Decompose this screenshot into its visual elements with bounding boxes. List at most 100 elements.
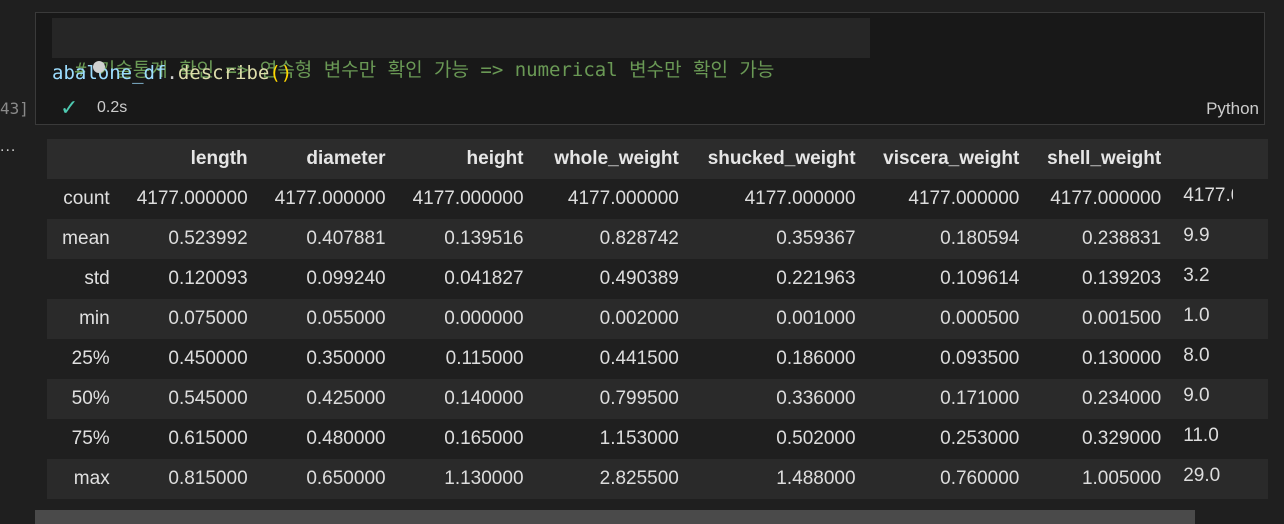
table-cell: 0.109614 xyxy=(940,268,1020,289)
table-cell: 0.760000 xyxy=(940,468,1020,489)
table-cell: 0.041827 xyxy=(444,268,524,289)
clipped-value: 29.0 xyxy=(1183,465,1221,486)
table-cell: 0.130000 xyxy=(1081,348,1162,369)
kernel-language-label[interactable]: Python xyxy=(1206,99,1259,119)
table-cell: 0.140000 xyxy=(444,388,524,409)
table-cell-clipped: 29.0 xyxy=(1161,459,1268,499)
table-cell: 4177.000000 xyxy=(412,188,524,209)
table-cell: 0.000000 xyxy=(444,308,524,329)
table-cell: 0.350000 xyxy=(306,348,386,369)
table-cell: 0.815000 xyxy=(168,468,248,489)
table-cell: 0.165000 xyxy=(444,428,524,449)
table-cell: 0.523992 xyxy=(168,228,248,249)
table-cell: 0.502000 xyxy=(776,428,856,449)
dataframe-table: length diameter height whole_weight shuc… xyxy=(47,139,1268,499)
column-header: height xyxy=(385,139,524,179)
code-line-comment[interactable]: # 기술통계 확인 => 연속형 변수만 확인 가능 => numerical … xyxy=(52,31,774,81)
table-cell-clipped: 9.9 xyxy=(1161,219,1268,259)
table-cell: 0.001500 xyxy=(1081,308,1162,329)
table-cell: 2.825500 xyxy=(599,468,679,489)
table-cell: 4177.000000 xyxy=(908,188,1020,209)
table-cell: 0.490389 xyxy=(599,268,679,289)
clipped-value: 3.2 xyxy=(1183,265,1210,286)
table-cell: 4177.000000 xyxy=(567,188,679,209)
table-cell: 0.545000 xyxy=(168,388,248,409)
table-cell: 0.002000 xyxy=(599,308,679,329)
table-row: mean 0.523992 0.407881 0.139516 0.828742 0.35… xyxy=(47,219,1268,259)
column-header: viscera_weight xyxy=(855,139,1020,179)
table-cell: 4177.000000 xyxy=(744,188,856,209)
table-row: min 0.075000 0.055000 0.000000 0.002000 0.001… xyxy=(47,299,1268,339)
table-cell: 0.480000 xyxy=(306,428,386,449)
table-cell: 1.130000 xyxy=(444,468,524,489)
table-cell: 1.005000 xyxy=(1081,468,1162,489)
clipped-value: 9.0 xyxy=(1183,385,1210,406)
table-row: std 0.120093 0.099240 0.041827 0.490389 0.221… xyxy=(47,259,1268,299)
table-cell-clipped: 4177.0 xyxy=(1161,179,1268,219)
table-cell: 0.221963 xyxy=(776,268,856,289)
dataframe-identifier: abalone_df xyxy=(52,62,167,84)
index-header xyxy=(47,139,110,179)
row-label: max xyxy=(73,468,110,489)
table-row: max 0.815000 0.650000 1.130000 2.825500 1.488… xyxy=(47,459,1268,499)
table-row: count 4177.000000 4177.000000 4177.000000 41… xyxy=(47,179,1268,219)
row-label: count xyxy=(63,188,110,209)
table-cell-clipped: 9.0 xyxy=(1161,379,1268,419)
row-label: mean xyxy=(62,228,110,249)
table-cell: 0.171000 xyxy=(940,388,1020,409)
clipped-value: 11.0 xyxy=(1183,425,1219,446)
execution-time: 0.2s xyxy=(97,99,128,116)
code-line-describe[interactable]: abalone_df.describe() xyxy=(52,60,292,86)
table-cell: 0.234000 xyxy=(1081,388,1162,409)
table-cell: 0.055000 xyxy=(306,308,386,329)
clipped-value: 4177.0 xyxy=(1183,185,1233,206)
table-cell: 1.153000 xyxy=(599,428,679,449)
table-cell: 4177.000000 xyxy=(1050,188,1162,209)
column-header: whole_weight xyxy=(523,139,679,179)
mouse-cursor xyxy=(93,61,105,73)
table-cell: 0.093500 xyxy=(940,348,1020,369)
describe-method: describe xyxy=(177,62,270,84)
table-cell: 0.650000 xyxy=(306,468,386,489)
table-cell: 0.359367 xyxy=(776,228,856,249)
table-cell-clipped: 3.2 xyxy=(1161,259,1268,299)
table-cell: 0.120093 xyxy=(168,268,248,289)
table-cell: 0.615000 xyxy=(168,428,248,449)
execution-count: 43] xyxy=(0,99,29,118)
column-header: diameter xyxy=(247,139,386,179)
table-cell: 0.253000 xyxy=(940,428,1020,449)
table-header-row: length diameter height whole_weight shuc… xyxy=(47,139,1268,179)
table-row: 25% 0.450000 0.350000 0.115000 0.441500 0.186… xyxy=(47,339,1268,379)
column-header: length xyxy=(109,139,248,179)
column-header: shell_weight xyxy=(1019,139,1162,179)
table-cell: 0.336000 xyxy=(776,388,856,409)
success-check-icon: ✓ xyxy=(60,95,79,120)
table-cell: 0.139516 xyxy=(444,228,524,249)
table-cell: 0.115000 xyxy=(445,348,524,369)
output-menu-icon[interactable]: ... xyxy=(0,138,16,156)
row-label: min xyxy=(79,308,110,329)
table-cell: 0.099240 xyxy=(306,268,386,289)
table-cell: 0.238831 xyxy=(1081,228,1162,249)
table-cell: 0.828742 xyxy=(599,228,679,249)
dot-operator: . xyxy=(166,62,178,84)
table-cell: 0.425000 xyxy=(306,388,386,409)
row-label: 50% xyxy=(71,388,110,409)
table-cell-clipped: 11.0 xyxy=(1161,419,1268,459)
row-label: std xyxy=(84,268,110,289)
table-cell: 0.139203 xyxy=(1081,268,1162,289)
column-header-clipped xyxy=(1161,139,1268,179)
table-cell: 0.441500 xyxy=(599,348,679,369)
describe-output-table: length diameter height whole_weight shuc… xyxy=(47,139,1268,499)
table-cell: 0.450000 xyxy=(168,348,248,369)
clipped-value: 8.0 xyxy=(1183,345,1210,366)
row-label: 75% xyxy=(71,428,110,449)
clipped-value: 1.0 xyxy=(1183,305,1210,326)
table-cell: 4177.000000 xyxy=(136,188,248,209)
table-cell: 0.001000 xyxy=(776,308,856,329)
clipped-value: 9.9 xyxy=(1183,225,1210,246)
table-cell: 0.186000 xyxy=(776,348,856,369)
horizontal-scrollbar[interactable] xyxy=(35,510,1195,524)
table-cell-clipped: 8.0 xyxy=(1161,339,1268,379)
table-cell: 0.180594 xyxy=(940,228,1020,249)
